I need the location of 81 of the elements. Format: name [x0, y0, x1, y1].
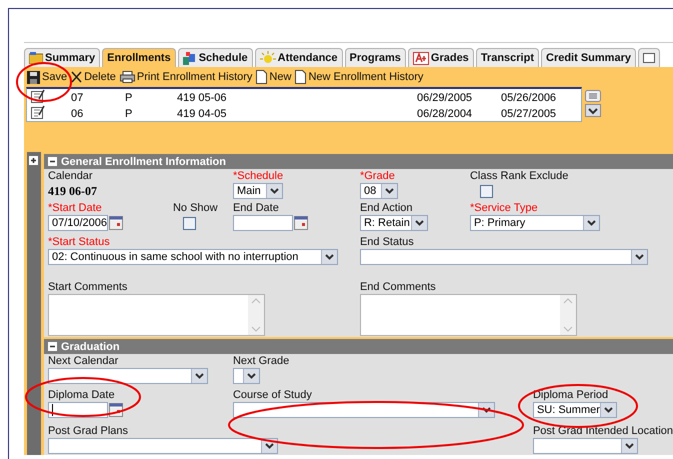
- field-label: Diploma Period: [532, 389, 608, 401]
- field-label: End Action: [360, 202, 413, 214]
- date-field[interactable]: 07/10/2006: [48, 215, 108, 231]
- window-icon: [642, 53, 655, 63]
- toolbar-button[interactable]: New: [256, 70, 292, 84]
- field-label: Start Comments: [48, 281, 128, 293]
- section-header[interactable]: Graduation: [44, 337, 673, 354]
- field-label: Course of Study: [232, 389, 312, 401]
- field-label: No Show: [172, 202, 218, 214]
- field-label: Post Grad Plans: [48, 425, 128, 437]
- printer-icon: [120, 71, 135, 83]
- tab[interactable]: Attendance: [254, 48, 343, 67]
- dropdown-field[interactable]: P: Primary: [470, 215, 600, 231]
- tab[interactable]: Credit Summary: [541, 48, 636, 67]
- list-cell-text: 419 05-06: [176, 92, 228, 104]
- list-cell-text: 06/28/2004: [417, 108, 474, 120]
- comments-field[interactable]: [48, 294, 265, 336]
- list-cell-text: 05/26/2006: [501, 92, 558, 104]
- grade-icon: [412, 52, 429, 64]
- collapse-icon[interactable]: [48, 157, 57, 166]
- list-cell-text: 419 04-05: [176, 108, 228, 120]
- notepad-icon[interactable]: [31, 105, 45, 119]
- section-header[interactable]: General Enrollment Information: [44, 152, 673, 169]
- tab[interactable]: Programs: [344, 48, 406, 67]
- list-cell-text: P: [124, 92, 134, 104]
- field-label: *Service Type: [470, 202, 538, 214]
- dropdown-field[interactable]: R: Retain: [360, 215, 428, 231]
- toolbar-button[interactable]: New Enrollment History: [295, 70, 424, 84]
- tab[interactable]: Schedule: [178, 48, 253, 67]
- blocks-icon: [182, 52, 197, 64]
- date-field[interactable]: [232, 215, 293, 231]
- dropdown-field[interactable]: [48, 438, 278, 454]
- list-cell-text: 05/27/2005: [501, 108, 558, 120]
- field-label: *Schedule: [232, 170, 284, 182]
- list-row[interactable]: 06 P 419 04-05 06/28/2004 05/27/2005: [27, 105, 585, 121]
- document-icon: [295, 70, 306, 84]
- field-label: *Grade: [360, 170, 395, 182]
- field-label: *Start Status: [48, 236, 110, 248]
- list-cell-text: P: [124, 108, 134, 120]
- expand-icon[interactable]: [29, 156, 38, 165]
- dropdown-field[interactable]: [532, 438, 638, 454]
- calendar-icon[interactable]: [294, 216, 308, 230]
- dropdown-field[interactable]: [232, 368, 260, 384]
- checkbox[interactable]: [480, 185, 493, 198]
- dropdown-field[interactable]: [360, 249, 648, 265]
- toolbar-button[interactable]: Delete: [71, 71, 116, 83]
- document-icon: [256, 70, 268, 84]
- list-row[interactable]: 07 P 419 05-06 06/29/2005 05/26/2006: [27, 89, 585, 105]
- calendar-icon[interactable]: [108, 216, 123, 230]
- list-icon[interactable]: [585, 90, 601, 102]
- dropdown-field[interactable]: [48, 368, 208, 384]
- annotation-ellipse: [16, 62, 72, 102]
- list-cell-text: 06/29/2005: [417, 92, 474, 104]
- tab[interactable]: Enrollments: [102, 48, 176, 67]
- list-cell-text: 07: [70, 92, 84, 104]
- tab[interactable]: Transcript: [476, 48, 539, 67]
- tab[interactable]: Grades: [408, 48, 474, 67]
- field-label: Diploma Date: [48, 389, 115, 401]
- dropdown-field[interactable]: Main: [232, 183, 283, 199]
- tab[interactable]: Summary: [24, 48, 100, 67]
- field-label: Next Calendar: [48, 355, 118, 367]
- list-cell-text: 06: [70, 108, 84, 120]
- sun-icon: [260, 51, 276, 65]
- field-label: Next Grade: [232, 355, 290, 367]
- field-label: End Date: [232, 202, 279, 214]
- tab[interactable]: [638, 48, 660, 67]
- toolbar-button[interactable]: Print Enrollment History: [120, 71, 252, 83]
- field-label: Class Rank Exclude: [470, 170, 568, 182]
- close-icon: [71, 71, 82, 83]
- dropdown-field[interactable]: 08: [360, 183, 398, 199]
- dropdown-field[interactable]: 02: Continuous in same school with no interruption: [48, 249, 338, 265]
- field-value: 419 06-07: [48, 183, 98, 199]
- field-label: End Status: [360, 236, 414, 248]
- dropdown-field[interactable]: SU: Summer: [532, 402, 617, 418]
- comments-field[interactable]: [360, 294, 577, 336]
- field-label: Calendar: [48, 170, 93, 182]
- checkbox[interactable]: [182, 217, 196, 230]
- collapse-icon[interactable]: [48, 342, 57, 351]
- field-label: End Comments: [360, 281, 436, 293]
- folder-icon: [29, 52, 43, 64]
- field-label: *Start Date: [48, 202, 102, 214]
